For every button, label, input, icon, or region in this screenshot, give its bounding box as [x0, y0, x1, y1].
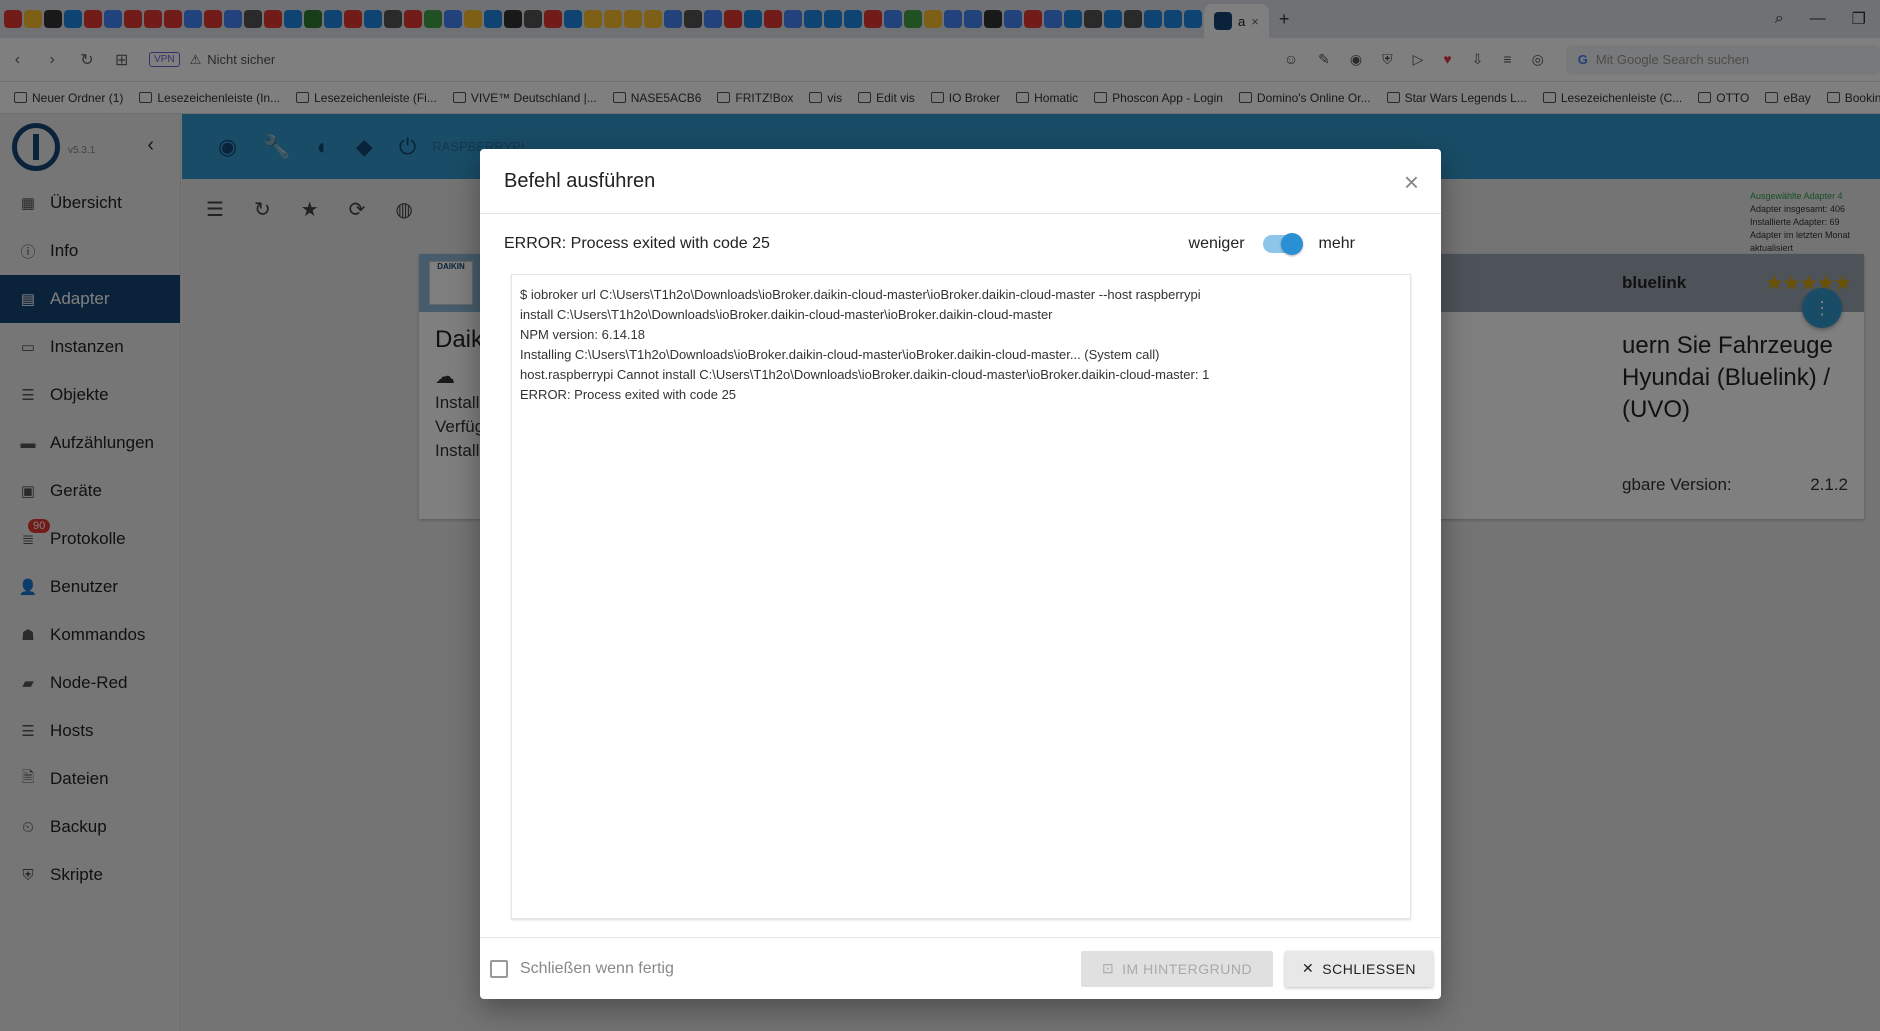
- close-icon[interactable]: ×: [1404, 167, 1419, 198]
- log-line: host.raspberrypi Cannot install C:\Users…: [520, 367, 1210, 382]
- verbosity-toggle: weniger mehr: [1188, 233, 1417, 255]
- log-line: Installing C:\Users\T1h2o\Downloads\ioBr…: [520, 347, 1160, 362]
- close-when-done-checkbox[interactable]: [490, 959, 508, 978]
- close-button[interactable]: ✕ SCHLIESSEN: [1285, 950, 1433, 987]
- toggle-less-label: weniger: [1188, 235, 1245, 252]
- dialog-header: Befehl ausführen ×: [480, 149, 1441, 214]
- toggle-more-label: mehr: [1318, 235, 1355, 252]
- background-button-label: IM HINTERGRUND: [1122, 960, 1253, 977]
- log-line: $ iobroker url C:\Users\T1h2o\Downloads\…: [520, 287, 1201, 302]
- close-x-icon: ✕: [1302, 960, 1315, 976]
- log-line: ERROR: Process exited with code 25: [520, 387, 737, 402]
- status-text: ERROR: Process exited with code 25: [504, 235, 770, 252]
- verbosity-switch[interactable]: [1262, 233, 1303, 255]
- close-when-done-label: Schließen wenn fertig: [520, 959, 674, 977]
- command-dialog: Befehl ausführen × ERROR: Process exited…: [480, 149, 1441, 999]
- log-line: install C:\Users\T1h2o\Downloads\ioBroke…: [520, 307, 1053, 322]
- command-log[interactable]: $ iobroker url C:\Users\T1h2o\Downloads\…: [511, 274, 1411, 919]
- status-row: ERROR: Process exited with code 25 wenig…: [480, 214, 1441, 274]
- dialog-footer: Schließen wenn fertig ⊡ IM HINTERGRUND ✕…: [480, 937, 1441, 999]
- log-line: NPM version: 6.14.18: [520, 327, 646, 342]
- background-button[interactable]: ⊡ IM HINTERGRUND: [1081, 950, 1273, 987]
- dialog-title: Befehl ausführen: [504, 169, 656, 192]
- background-icon: ⊡: [1101, 960, 1115, 976]
- close-button-label: SCHLIESSEN: [1322, 960, 1416, 977]
